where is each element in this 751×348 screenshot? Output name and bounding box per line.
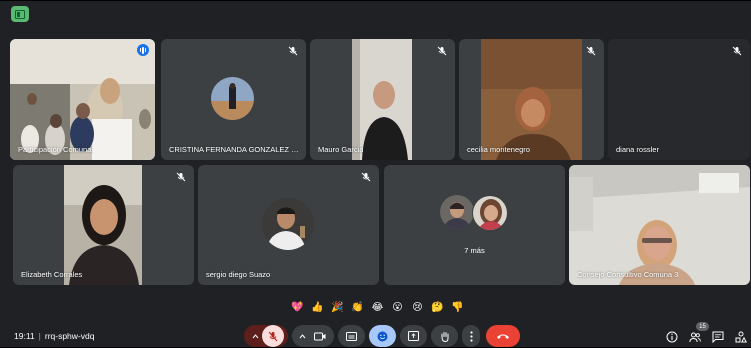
participant-name: Consejo Consultivo Comuna 3 <box>577 270 679 279</box>
chat-icon[interactable] <box>712 331 724 343</box>
participant-name: Mauro Garcia <box>318 145 364 154</box>
reaction-party-button[interactable]: 🎉 <box>329 299 346 316</box>
captions-button[interactable] <box>338 325 365 347</box>
speaking-indicator-icon <box>137 44 149 56</box>
reaction-thinking-button[interactable]: 🤔 <box>429 299 446 316</box>
meeting-details-icon[interactable] <box>11 6 29 22</box>
participant-name: cecilia montenegro <box>467 145 530 154</box>
participant-video <box>352 39 412 160</box>
camera-options-button[interactable] <box>295 333 309 339</box>
reactions-bar: 💖 👍 🎉 👏 😂 😮 😢 🤔 👎 <box>289 299 469 316</box>
chevron-up-icon <box>299 333 305 338</box>
avatar <box>440 195 474 229</box>
reaction-thumbs-up-button[interactable]: 👍 <box>309 299 326 316</box>
mic-off-icon <box>732 46 742 56</box>
camera-toggle-button[interactable] <box>309 332 331 341</box>
people-count-badge: 15 <box>696 322 709 331</box>
participant-tile[interactable]: CRISTINA FERNANDA GONZALEZ LU... <box>161 39 306 160</box>
participant-tile[interactable]: diana rossler <box>608 39 750 160</box>
mic-off-icon <box>176 172 186 182</box>
emoji-reactions-button[interactable] <box>369 325 396 347</box>
participant-tile[interactable]: Consejo Consultivo Comuna 3 <box>569 165 750 285</box>
participant-tile[interactable]: Participación Comunal <box>10 39 155 160</box>
participant-name: Participación Comunal <box>18 145 94 154</box>
meeting-details-info-icon[interactable] <box>666 331 678 343</box>
participant-name: CRISTINA FERNANDA GONZALEZ LU... <box>169 145 300 154</box>
reaction-laugh-button[interactable]: 😂 <box>369 299 386 316</box>
activities-icon[interactable] <box>735 331 747 343</box>
participant-name: diana rossler <box>616 145 659 154</box>
microphone-control <box>244 325 288 347</box>
microphone-toggle-button[interactable] <box>262 325 284 347</box>
meeting-time: 19:11 <box>14 331 35 341</box>
participant-tile[interactable]: Elizabeth Corrales <box>13 165 194 285</box>
participant-video <box>569 165 750 285</box>
reaction-thumbs-down-button[interactable]: 👎 <box>449 299 466 316</box>
more-participants-label: 7 más <box>464 246 485 255</box>
meeting-separator: | <box>38 331 41 341</box>
more-options-button[interactable] <box>462 325 480 347</box>
participant-tile[interactable]: sergio diego Suazo <box>198 165 379 285</box>
present-screen-button[interactable] <box>400 325 427 347</box>
chevron-up-icon <box>252 333 258 338</box>
layout-icon <box>15 9 25 19</box>
people-icon[interactable] <box>689 331 701 343</box>
hang-up-icon <box>497 334 509 339</box>
participant-tile[interactable]: Mauro Garcia <box>310 39 455 160</box>
more-participants-tile[interactable]: 7 más <box>384 165 565 285</box>
closed-captions-icon <box>346 331 357 341</box>
participant-name: Elizabeth Corrales <box>21 270 83 279</box>
avatar <box>211 77 254 120</box>
avatar <box>472 195 508 231</box>
participant-name: sergio diego Suazo <box>206 270 271 279</box>
video-camera-icon <box>314 332 326 340</box>
control-bar: 19:11 | rrq-sphw-vdq 15 <box>0 322 751 348</box>
mic-off-icon <box>437 46 447 56</box>
reaction-heart-button[interactable]: 💖 <box>289 299 306 316</box>
participant-tile[interactable]: cecilia montenegro <box>459 39 604 160</box>
meeting-info: 19:11 | rrq-sphw-vdq <box>14 331 94 341</box>
reaction-clap-button[interactable]: 👏 <box>349 299 366 316</box>
meeting-code: rrq-sphw-vdq <box>44 331 95 341</box>
present-screen-icon <box>408 331 419 341</box>
mic-off-icon <box>586 46 596 56</box>
mic-off-icon <box>361 172 371 182</box>
reaction-sad-button[interactable]: 😢 <box>409 299 426 316</box>
leave-call-button[interactable] <box>486 325 520 347</box>
mic-options-button[interactable] <box>248 333 262 339</box>
mic-off-icon <box>268 331 278 341</box>
participant-video <box>481 39 582 160</box>
mic-off-icon <box>288 46 298 56</box>
raise-hand-icon <box>441 331 448 342</box>
participant-video <box>10 39 155 160</box>
raise-hand-button[interactable] <box>431 325 458 347</box>
camera-control <box>292 325 334 347</box>
reaction-surprised-button[interactable]: 😮 <box>389 299 406 316</box>
smiley-icon <box>377 331 388 341</box>
participant-video <box>64 165 142 285</box>
more-vert-icon <box>469 330 473 342</box>
avatar <box>262 198 314 250</box>
